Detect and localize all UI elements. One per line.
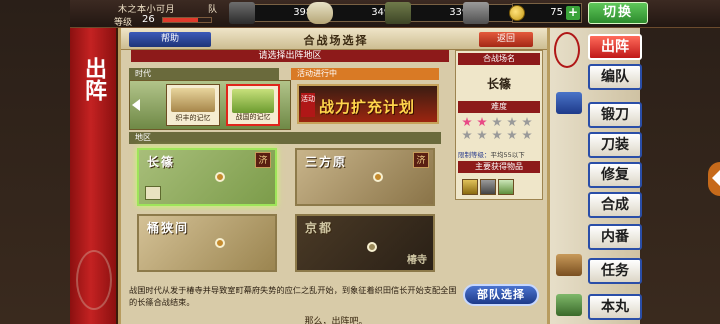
map-marker-icon xyxy=(373,172,383,182)
forge-icon xyxy=(556,92,582,114)
help-button[interactable]: 帮助 xyxy=(129,32,211,47)
charcoal-icon xyxy=(229,2,255,24)
battle-name: 长篠 xyxy=(486,77,511,91)
area-okehazama[interactable]: 桶狭间 xyxy=(137,214,277,272)
area-nagashino[interactable]: 长篠 济 xyxy=(137,148,277,206)
event-tag: 活动 xyxy=(301,93,315,117)
map-scroll-icon xyxy=(145,186,161,200)
side-drawer-tab[interactable] xyxy=(708,162,720,196)
cleared-badge: 济 xyxy=(413,152,429,168)
era-label: 织丰的记忆 xyxy=(175,114,211,122)
level-limit: 限制等级：平均55以下 xyxy=(458,149,542,159)
era-section-label: 时代 xyxy=(129,68,279,80)
whetstone-icon xyxy=(463,2,489,24)
coolant-icon xyxy=(385,2,411,24)
difficulty-stars xyxy=(462,117,538,143)
area-name: 桶狭间 xyxy=(147,221,190,235)
battlefield-illustration-icon xyxy=(232,89,274,113)
quest-scroll-icon xyxy=(556,254,582,276)
cleared-badge: 济 xyxy=(255,152,271,168)
difficulty-star-icon xyxy=(507,117,517,127)
party-select-button[interactable]: 部队选择 xyxy=(463,284,539,306)
area-name: 三方原 xyxy=(305,155,348,169)
coin-value: 75 xyxy=(550,7,563,18)
emblem-icon xyxy=(554,32,580,68)
instruction-text: 请选择出阵地区 xyxy=(131,50,449,62)
map-marker-icon xyxy=(215,172,225,182)
battle-select-panel: 帮助 合战场选择 返回 请选择出阵地区 时代 活动进行中 织丰的记忆 战国的记忆… xyxy=(118,28,550,324)
event-title: 战力扩充计划 xyxy=(319,98,416,116)
area-description: 战国时代从发于椿寺并导致室町幕府失势的应仁之乱开始，到象征着织田信长开始支配全国… xyxy=(129,285,457,307)
drop-item-icon[interactable] xyxy=(498,179,514,195)
map-marker-icon xyxy=(367,242,377,252)
castle-icon xyxy=(556,294,582,316)
difficulty-star-icon xyxy=(492,117,502,127)
level-value: 26 xyxy=(142,14,155,25)
area-kyoto[interactable]: 京都 椿寺 xyxy=(295,214,435,272)
coin-icon xyxy=(509,5,525,21)
menu-forge-button[interactable]: 锻刀 xyxy=(588,102,642,128)
difficulty-star-icon xyxy=(477,130,487,140)
main-menu: 出阵编队锻刀刀装修复合成内番任务本丸 xyxy=(550,28,642,324)
switch-button[interactable]: 切换 xyxy=(588,2,648,24)
menu-quests-button[interactable]: 任务 xyxy=(588,258,642,284)
dialogue-text: 那么，出阵吧。 xyxy=(304,317,368,324)
difficulty-star-icon xyxy=(492,130,502,140)
player-rank: 队 xyxy=(208,5,218,15)
era-card-sengoku[interactable]: 战国的记忆 xyxy=(226,84,280,126)
drop-item-icon[interactable] xyxy=(462,179,478,195)
exp-bar-fill xyxy=(163,18,198,22)
map-marker-icon xyxy=(215,238,225,248)
level-label: 等级 xyxy=(114,18,133,28)
menu-fusion-button[interactable]: 合成 xyxy=(588,192,642,218)
sortie-banner: 出阵 xyxy=(70,28,118,324)
game-screen: 木之本小可月 队 等级 26 39856 34989 33997 40705 7… xyxy=(0,0,720,324)
player-info[interactable]: 木之本小可月 队 等级 26 xyxy=(114,2,224,28)
area-mikatagahara[interactable]: 三方原 济 xyxy=(295,148,435,206)
level-limit-label: 限制等级： xyxy=(458,151,491,159)
chevron-left-icon[interactable] xyxy=(132,99,140,111)
drops-header: 主要获得物品 xyxy=(458,161,540,173)
panel-header: 帮助 合战场选择 返回 xyxy=(121,28,547,50)
battle-name-header: 合战场名 xyxy=(458,53,540,65)
difficulty-star-icon xyxy=(507,130,517,140)
menu-citadel-button[interactable]: 本丸 xyxy=(588,294,642,320)
return-button[interactable]: 返回 xyxy=(479,32,533,47)
exp-bar xyxy=(162,17,212,23)
era-selector: 织丰的记忆 战国的记忆 xyxy=(129,80,291,130)
era-label: 战国的记忆 xyxy=(235,113,271,121)
menu-sortie-button[interactable]: 出阵 xyxy=(588,34,642,60)
level-limit-value: 平均55以下 xyxy=(490,151,525,159)
menu-equipment-button[interactable]: 刀装 xyxy=(588,132,642,158)
difficulty-star-icon xyxy=(477,117,487,127)
sortie-banner-text: 出阵 xyxy=(81,57,107,101)
era-card-shokuho[interactable]: 织丰的记忆 xyxy=(166,84,220,126)
menu-duty-button[interactable]: 内番 xyxy=(588,224,642,250)
castle-illustration-icon xyxy=(171,88,215,112)
panel-title: 合战场选择 xyxy=(303,34,369,47)
area-subname: 椿寺 xyxy=(407,255,427,266)
area-section-label: 地区 xyxy=(129,132,441,144)
difficulty-star-icon xyxy=(522,130,532,140)
chevron-left-icon xyxy=(712,170,720,186)
coin-counter: 75 + xyxy=(509,3,582,23)
add-coin-button[interactable]: + xyxy=(566,6,580,20)
status-bar: 木之本小可月 队 等级 26 39856 34989 33997 40705 7… xyxy=(70,0,720,28)
area-name: 京都 xyxy=(305,221,334,235)
difficulty-star-icon xyxy=(522,117,532,127)
drop-item-icon[interactable] xyxy=(480,179,496,195)
difficulty-star-icon xyxy=(462,130,472,140)
event-banner[interactable]: 活动 战力扩充计划 xyxy=(297,84,439,124)
menu-formation-button[interactable]: 编队 xyxy=(588,64,642,90)
event-section-label: 活动进行中 xyxy=(291,68,439,80)
difficulty-star-icon xyxy=(462,117,472,127)
menu-repair-button[interactable]: 修复 xyxy=(588,162,642,188)
difficulty-header: 难度 xyxy=(458,101,540,113)
battle-info-panel: 合战场名 长篠 难度 限制等级：平均55以下 主要获得物品 xyxy=(455,50,543,200)
steel-icon xyxy=(307,2,333,24)
banner-ornament xyxy=(76,250,112,310)
area-name: 长篠 xyxy=(147,155,176,169)
